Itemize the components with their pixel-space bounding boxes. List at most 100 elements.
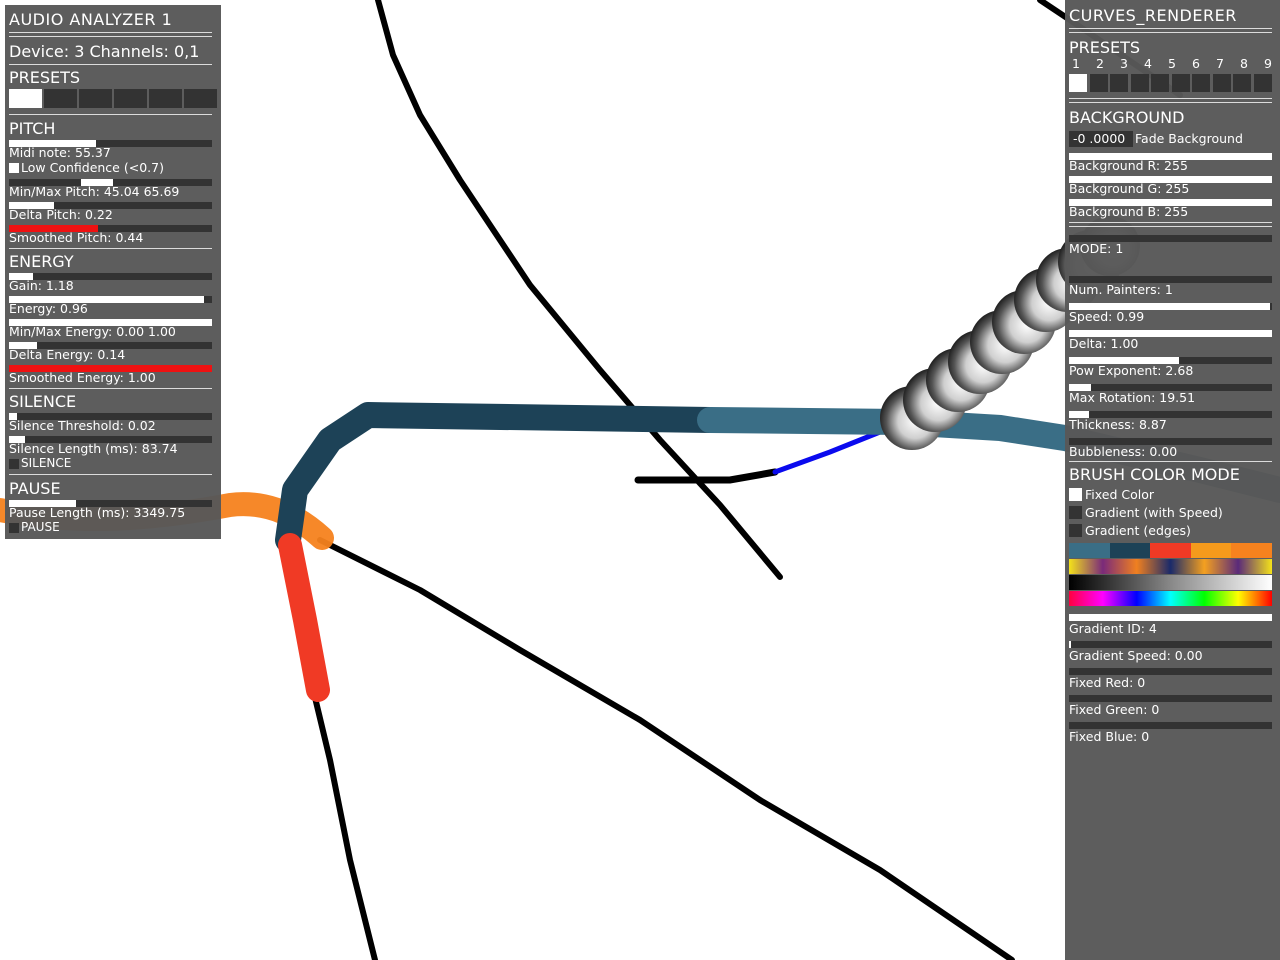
delta-label: Delta: 1.00 (1069, 336, 1139, 351)
silence-length-label: Silence Length (ms): 83.74 (9, 441, 178, 456)
preset-button-3[interactable] (79, 89, 112, 108)
low-confidence-toggle[interactable] (9, 163, 19, 173)
pause-header: PAUSE (9, 479, 61, 498)
preset-button-4[interactable] (114, 89, 147, 108)
divider (9, 36, 212, 37)
preset-button-6[interactable] (1171, 74, 1190, 92)
low-confidence-label: Low Confidence (<0.7) (21, 160, 164, 175)
midi-note-label: Midi note: 55.37 (9, 145, 111, 160)
gradient-speed-value-label: Gradient Speed: 0.00 (1069, 648, 1203, 663)
fixed-red-slider[interactable] (1069, 668, 1272, 675)
audio-analyzer-panel: AUDIO ANALYZER 1 Device: 3 Channels: 0,1… (5, 5, 221, 539)
bubbleness-label: Bubbleness: 0.00 (1069, 444, 1178, 459)
preset-number-3: 3 (1120, 56, 1128, 71)
blue-stroke (772, 429, 883, 475)
fixed-color-toggle[interactable] (1069, 488, 1082, 501)
preset-number-2: 2 (1096, 56, 1104, 71)
preset-button-9[interactable] (1233, 74, 1251, 92)
panel-title: CURVES_RENDERER (1069, 6, 1237, 25)
preset-number-6: 6 (1192, 56, 1200, 71)
preset-button-3[interactable] (1110, 74, 1128, 92)
gradient-edges-label: Gradient (edges) (1085, 523, 1191, 538)
curves-renderer-panel: CURVES_RENDERER PRESETS BACKGROUND -0 .0… (1065, 0, 1280, 960)
preset-button-5[interactable] (149, 89, 182, 108)
speed-label: Speed: 0.99 (1069, 309, 1145, 324)
preset-button-2[interactable] (44, 89, 77, 108)
fade-background-label: Fade Background (1135, 131, 1243, 146)
pause-toggle-label: PAUSE (21, 520, 60, 534)
black-stroke-2 (317, 537, 1015, 960)
gradient-edges-toggle[interactable] (1069, 524, 1082, 537)
divider (1069, 98, 1272, 99)
fixed-red-label: Fixed Red: 0 (1069, 675, 1146, 690)
preset-button-2[interactable] (1089, 74, 1108, 92)
panel-title: AUDIO ANALYZER 1 (9, 10, 173, 29)
pow-exponent-label: Pow Exponent: 2.68 (1069, 363, 1194, 378)
gradient-id-label: Gradient ID: 4 (1069, 621, 1157, 636)
pitch-header: PITCH (9, 119, 56, 138)
palette-swatch-4[interactable] (1190, 543, 1232, 558)
background-b-label: Background B: 255 (1069, 204, 1189, 219)
device-label: Device: 3 Channels: 0,1 (9, 42, 200, 61)
divider (9, 32, 212, 33)
divider (9, 474, 212, 475)
pause-toggle[interactable] (9, 523, 19, 533)
fixed-green-label: Fixed Green: 0 (1069, 702, 1160, 717)
pause-length-label: Pause Length (ms): 3349.75 (9, 505, 186, 520)
preset-button-7[interactable] (1192, 74, 1210, 92)
fixed-blue-label: Fixed Blue: 0 (1069, 729, 1150, 744)
palette-swatch-2[interactable] (1109, 543, 1151, 558)
silence-toggle-label: SILENCE (21, 456, 72, 470)
delta-pitch-label: Delta Pitch: 0.22 (9, 207, 113, 222)
gradient-speed-slider[interactable] (1069, 641, 1272, 648)
palette-swatch-5[interactable] (1231, 543, 1272, 558)
background-header: BACKGROUND (1069, 108, 1185, 127)
black-stroke-5 (634, 468, 779, 484)
palette-swatch-3[interactable] (1150, 543, 1191, 558)
divider (1069, 461, 1272, 462)
fixed-green-slider[interactable] (1069, 695, 1272, 702)
preset-number-9: 9 (1264, 56, 1272, 71)
divider (1069, 32, 1272, 33)
presets-header: PRESETS (1069, 38, 1141, 57)
preset-button-1[interactable] (9, 89, 42, 108)
background-r-label: Background R: 255 (1069, 158, 1188, 173)
fixed-blue-slider[interactable] (1069, 722, 1272, 729)
gradient-id-slider[interactable] (1069, 614, 1272, 621)
preset-button-4[interactable] (1130, 74, 1149, 92)
red-stroke (278, 533, 330, 702)
preset-number-7: 7 (1216, 56, 1224, 71)
thickness-label: Thickness: 8.87 (1069, 417, 1167, 432)
preset-number-5: 5 (1168, 56, 1176, 71)
preset-button-0[interactable] (1253, 74, 1272, 92)
divider (1069, 28, 1272, 29)
presets-header: PRESETS (9, 68, 81, 87)
fade-background-input[interactable]: -0 .0000 (1069, 131, 1133, 147)
silence-toggle[interactable] (9, 459, 19, 469)
smoothed-energy-label: Smoothed Energy: 1.00 (9, 370, 156, 385)
mode-label: MODE: 1 (1069, 241, 1124, 256)
divider (1069, 102, 1272, 103)
delta-energy-label: Delta Energy: 0.14 (9, 347, 126, 362)
energy-header: ENERGY (9, 252, 74, 271)
silence-threshold-label: Silence Threshold: 0.02 (9, 418, 156, 433)
divider (1069, 222, 1272, 223)
gradient-strip-1[interactable] (1069, 559, 1272, 574)
preset-number-1: 1 (1072, 56, 1080, 71)
color-palette-swatches[interactable] (1069, 543, 1272, 558)
divider (1069, 226, 1272, 227)
preset-number-4: 4 (1144, 56, 1152, 71)
palette-swatch-1[interactable] (1069, 543, 1110, 558)
preset-button-8[interactable] (1212, 74, 1231, 92)
preset-button-5[interactable] (1151, 74, 1169, 92)
gradient-speed-toggle[interactable] (1069, 506, 1082, 519)
gradient-speed-label: Gradient (with Speed) (1085, 505, 1223, 520)
divider (9, 64, 212, 65)
preset-button-1[interactable] (1069, 74, 1087, 92)
gradient-strip-grayscale[interactable] (1069, 575, 1272, 590)
preset-button-6[interactable] (184, 89, 217, 108)
max-rotation-label: Max Rotation: 19.51 (1069, 390, 1196, 405)
black-stroke-1 (375, 0, 783, 580)
gradient-strip-rainbow[interactable] (1069, 591, 1272, 606)
divider (9, 114, 212, 115)
